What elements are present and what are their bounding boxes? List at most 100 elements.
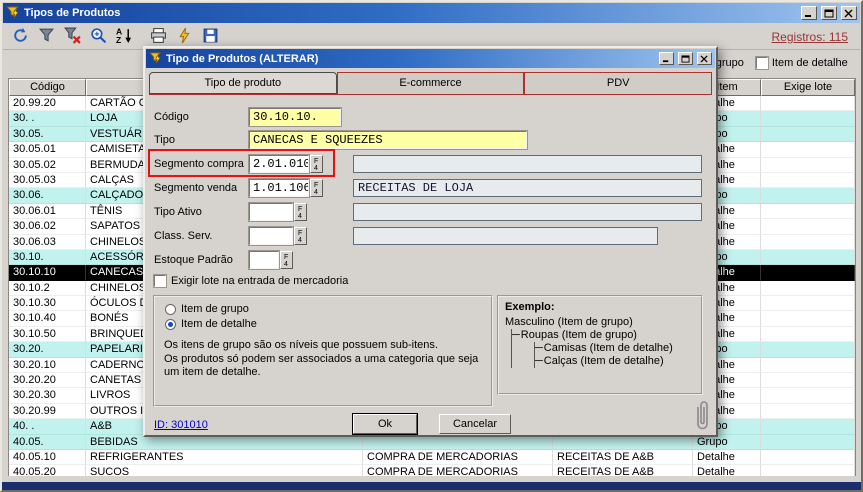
radio-item-grupo[interactable]: Item de grupo	[165, 303, 485, 315]
cell-code: 30.06.02	[9, 219, 86, 234]
tipo-ativo-desc	[353, 203, 702, 221]
segmento-venda-input[interactable]: 1.01.106	[249, 179, 309, 197]
class-serv-desc	[353, 227, 658, 245]
example-groupbox: Exemplo: Masculino (Item de grupo) Roupa…	[497, 295, 703, 395]
info-line: um item de detalhe.	[164, 366, 485, 380]
cell-code: 30.06.03	[9, 235, 86, 250]
print-button[interactable]	[146, 26, 170, 48]
segmento-compra-input[interactable]: 2.01.010	[249, 155, 309, 173]
cell-code: 30.20.10	[9, 358, 86, 373]
cell-code: 40. .	[9, 419, 86, 434]
save-button[interactable]	[198, 26, 222, 48]
close-button[interactable]	[841, 6, 857, 20]
segmento-compra-lookup-button[interactable]: F4	[310, 155, 323, 173]
header-codigo[interactable]: Código	[9, 79, 86, 96]
cell-code: 30.10.10	[9, 265, 86, 280]
tipo-ativo-lookup-button[interactable]: F4	[294, 203, 307, 221]
cell-lote	[761, 296, 855, 311]
info-line: Os itens de grupo são os níveis que poss…	[164, 339, 485, 353]
dialog-maximize-button[interactable]	[678, 52, 693, 65]
save-icon	[202, 27, 219, 47]
cell-lote	[761, 173, 855, 188]
exigir-lote-checkbox[interactable]: Exigir lote na entrada de mercadoria	[154, 275, 348, 287]
header-exige-lote[interactable]: Exige lote	[761, 79, 855, 96]
paperclip-icon[interactable]	[693, 398, 709, 437]
tab-pdv[interactable]: PDV	[524, 72, 712, 94]
tipo-input[interactable]: CANECAS E SQUEEZES	[249, 131, 527, 149]
tipo-ativo-label: Tipo Ativo	[154, 206, 202, 218]
cell-lote	[761, 404, 855, 419]
cell-code: 30.06.01	[9, 204, 86, 219]
refresh-icon	[12, 27, 29, 47]
segmento-venda-label: Segmento venda	[154, 182, 237, 194]
table-row[interactable]: 40.05.10REFRIGERANTESCOMPRA DE MERCADORI…	[9, 450, 855, 465]
cell-lote	[761, 450, 855, 465]
lightning-button[interactable]	[172, 26, 196, 48]
cell-code: 30.10.40	[9, 311, 86, 326]
example-branch: Camisas (Item de detalhe) Calças (Item d…	[534, 342, 695, 368]
cell-lote	[761, 250, 855, 265]
segmento-venda-lookup-button[interactable]: F4	[310, 179, 323, 197]
cell-lote	[761, 388, 855, 403]
cell-code: 30.10.2	[9, 281, 86, 296]
estoque-padrao-input[interactable]	[249, 251, 279, 269]
item-type-info: Os itens de grupo são os níveis que poss…	[164, 339, 485, 380]
dialog-titlebar: Tipo de Produtos (ALTERAR)	[146, 49, 715, 68]
sort-az-button[interactable]: AZ	[112, 26, 136, 48]
segmento-compra-label: Segmento compra	[154, 158, 244, 170]
example-node: Masculino (Item de grupo)	[505, 316, 695, 329]
cell-code: 30. .	[9, 111, 86, 126]
main-titlebar: Tipos de Produtos	[3, 3, 860, 23]
class-serv-input[interactable]	[249, 227, 293, 245]
id-link[interactable]: ID: 301010	[154, 419, 208, 431]
example-node: Calças (Item de detalhe)	[535, 355, 695, 368]
tab-tipo-de-produto[interactable]: Tipo de produto	[149, 72, 337, 94]
dialog-tipo-produtos: Tipo de Produtos (ALTERAR) Tipo de produ…	[143, 46, 718, 437]
cell-lote	[761, 342, 855, 357]
class-serv-lookup-button[interactable]: F4	[294, 227, 307, 245]
filter-icon	[38, 27, 55, 47]
ok-button[interactable]: Ok	[353, 414, 417, 434]
filter-detail-label: Item de detalhe	[772, 57, 848, 69]
refresh-button[interactable]	[8, 26, 32, 48]
tipo-ativo-input[interactable]	[249, 203, 293, 221]
cell-lote	[761, 142, 855, 157]
dialog-minimize-button[interactable]	[659, 52, 674, 65]
cancel-button[interactable]: Cancelar	[439, 414, 511, 434]
cell-code: 30.20.30	[9, 388, 86, 403]
cell-lote	[761, 219, 855, 234]
search-icon	[90, 27, 107, 47]
cell-code: 20.99.20	[9, 96, 86, 111]
maximize-button[interactable]	[821, 6, 837, 20]
dialog-app-icon	[149, 51, 162, 67]
estoque-padrao-lookup-button[interactable]: F4	[280, 251, 293, 269]
dialog-close-button[interactable]	[697, 52, 712, 65]
checkbox-icon	[154, 275, 166, 287]
cell-code: 30.20.20	[9, 373, 86, 388]
svg-text:Z: Z	[116, 34, 121, 43]
filter-detail-checkbox[interactable]	[756, 57, 768, 69]
cell-lote	[761, 311, 855, 326]
radio-item-detalhe[interactable]: Item de detalhe	[165, 318, 485, 330]
cell-code: 30.05.02	[9, 158, 86, 173]
exigir-lote-label: Exigir lote na entrada de mercadoria	[171, 275, 348, 287]
cell-lote	[761, 204, 855, 219]
cell-code: 40.05.10	[9, 450, 86, 465]
cell-lote	[761, 158, 855, 173]
cell-code: 30.05.01	[9, 142, 86, 157]
filter-remove-button[interactable]	[60, 26, 84, 48]
filter-button[interactable]	[34, 26, 58, 48]
cell-lote	[761, 111, 855, 126]
item-type-groupbox: Item de grupo Item de detalhe Os itens d…	[153, 295, 493, 407]
minimize-button[interactable]	[801, 6, 817, 20]
estoque-padrao-label: Estoque Padrão	[154, 254, 233, 266]
radio-grupo-label: Item de grupo	[181, 303, 249, 315]
codigo-input[interactable]: 30.10.10.	[249, 108, 341, 126]
cell-code: 30.10.30	[9, 296, 86, 311]
tab-ecommerce[interactable]: E-commerce	[337, 72, 525, 94]
cell-venda: RECEITAS DE A&B	[553, 450, 693, 465]
cell-desc: REFRIGERANTES	[86, 450, 363, 465]
search-button[interactable]	[86, 26, 110, 48]
cell-lote	[761, 96, 855, 111]
registros-link[interactable]: Registros: 115	[772, 30, 848, 44]
